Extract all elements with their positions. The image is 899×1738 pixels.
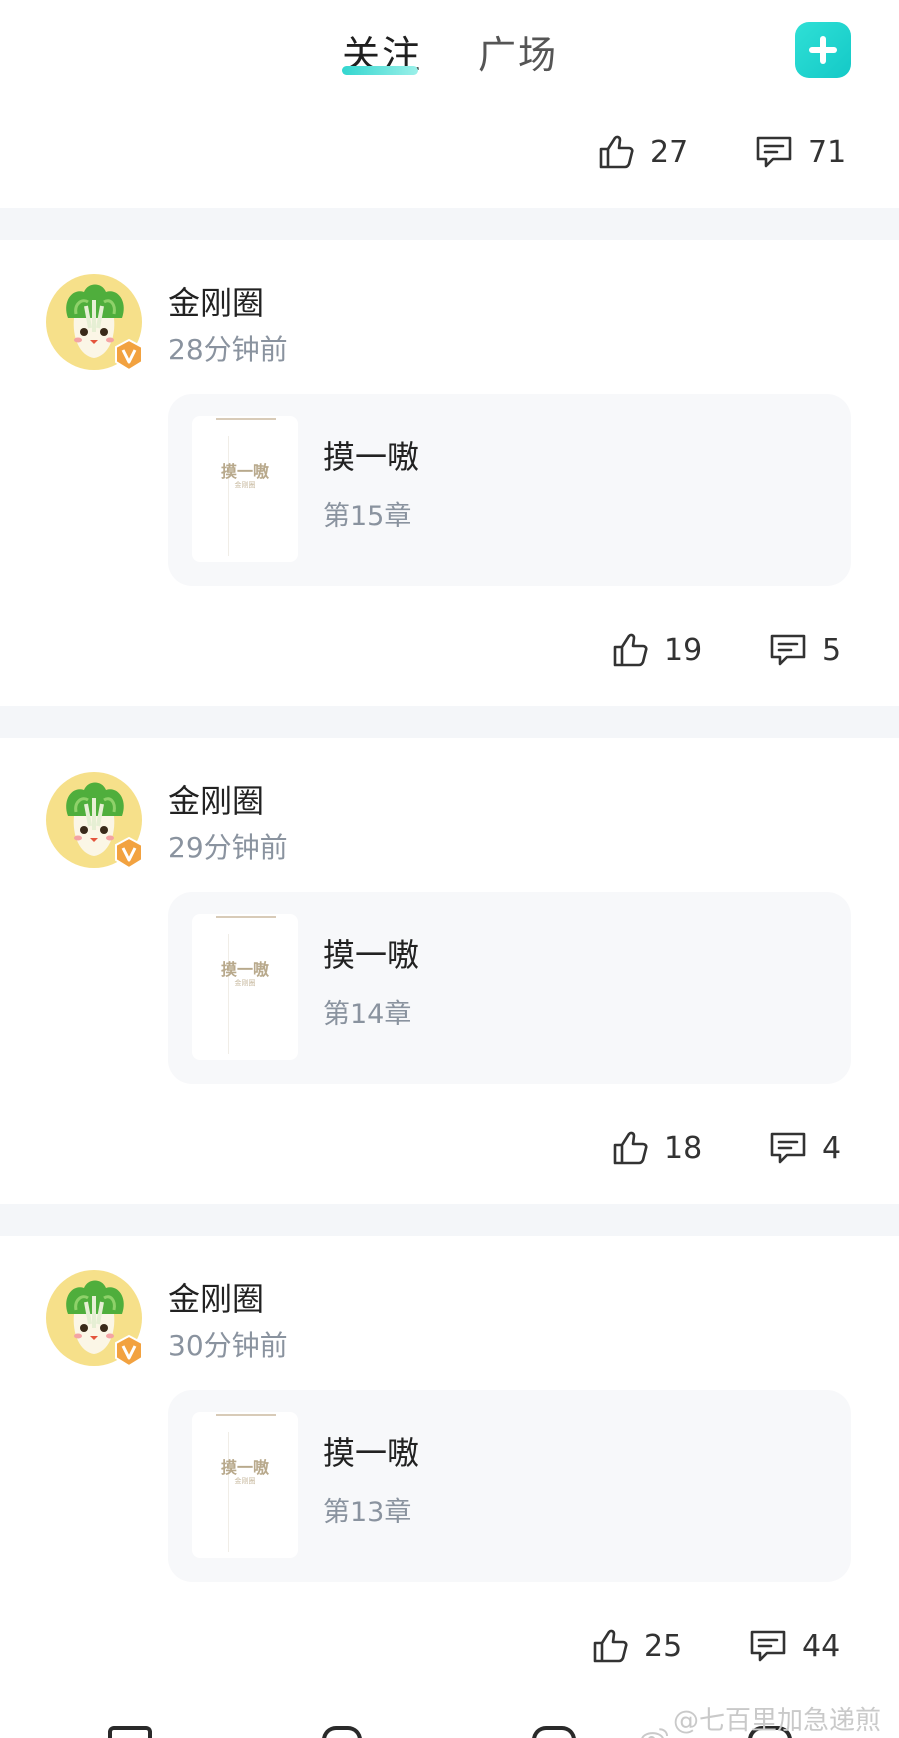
book-title: 摸一嗷 [323,936,420,974]
comment-bubble-icon [770,634,806,666]
comment-count: 4 [822,1130,842,1166]
book-title: 摸一嗷 [323,1434,420,1472]
avatar[interactable] [46,274,143,372]
top-navigation-bar: 关注 广场 [0,0,899,100]
post-actions: 25 44 [0,1616,899,1676]
verified-v-badge-icon [115,338,143,372]
author-name[interactable]: 金刚圈 [168,278,264,324]
comment-button[interactable]: 44 [748,1616,840,1676]
thumbs-up-icon [613,633,648,667]
post-actions: 19 5 [0,620,899,680]
feed-post[interactable]: 金刚圈 29分钟前 摸一嗷 金刚圈 摸一嗷 第14章 18 4 [0,738,899,1198]
tab-square[interactable]: 广场 [478,24,558,79]
avatar[interactable] [46,1270,143,1368]
book-card[interactable]: 摸一嗷 金刚圈 摸一嗷 第14章 [168,892,851,1084]
active-tab-indicator [342,66,418,75]
discover-icon[interactable] [532,1726,576,1738]
author-name[interactable]: 金刚圈 [168,776,264,822]
feed-post[interactable]: 金刚圈 28分钟前 摸一嗷 金刚圈 摸一嗷 第15章 19 5 [0,240,899,700]
weibo-icon [641,1728,669,1738]
verified-v-badge-icon [115,836,143,870]
like-button[interactable]: 25 [590,1616,682,1676]
book-card[interactable]: 摸一嗷 金刚圈 摸一嗷 第15章 [168,394,851,586]
feed-separator [0,706,899,738]
avatar[interactable] [46,772,143,870]
add-post-button[interactable] [795,22,851,78]
post-actions-top: 27 71 [0,122,899,182]
feed-separator [0,1204,899,1236]
cover-author: 金刚圈 [234,1477,256,1485]
post-time: 28分钟前 [168,333,288,366]
cover-title: 摸一嗷 [220,960,269,979]
verified-v-badge-icon [115,1334,143,1368]
feed-post[interactable]: 金刚圈 30分钟前 摸一嗷 金刚圈 摸一嗷 第13章 25 44 [0,1236,899,1696]
thumbs-up-icon [599,135,634,169]
comment-bubble-icon [750,1630,786,1662]
post-time: 29分钟前 [168,831,288,864]
cover-author: 金刚圈 [234,979,256,987]
book-title: 摸一嗷 [323,438,420,476]
thumbs-up-icon [593,1629,628,1663]
thumbs-up-icon [613,1131,648,1165]
comment-count: 5 [822,632,842,668]
cover-author: 金刚圈 [234,481,256,489]
like-button[interactable]: 27 [596,122,688,182]
comment-button[interactable]: 71 [754,122,846,182]
chapter-label: 第14章 [323,999,412,1030]
bookshelf-icon[interactable] [108,1726,152,1738]
book-card[interactable]: 摸一嗷 金刚圈 摸一嗷 第13章 [168,1390,851,1582]
like-count: 25 [644,1628,683,1664]
watermark: @七百里加急递煎饼 [640,1700,899,1738]
comment-button[interactable]: 4 [768,1118,841,1178]
chapter-label: 第15章 [323,501,412,532]
chapter-label: 第13章 [323,1497,412,1528]
like-count: 19 [664,632,703,668]
post-actions: 18 4 [0,1118,899,1178]
book-cover: 摸一嗷 金刚圈 [192,1412,298,1558]
cover-title: 摸一嗷 [220,1458,269,1477]
like-button[interactable]: 18 [610,1118,702,1178]
feed-separator [0,208,899,240]
comment-bubble-icon [770,1132,806,1164]
like-count: 27 [650,134,689,170]
post-time: 30分钟前 [168,1329,288,1362]
comment-count: 71 [808,134,847,170]
comment-button[interactable]: 5 [768,620,841,680]
like-count: 18 [664,1130,703,1166]
book-cover: 摸一嗷 金刚圈 [192,416,298,562]
cover-title: 摸一嗷 [220,462,269,481]
home-icon[interactable] [322,1726,362,1738]
watermark-text: @七百里加急递煎饼 [672,1706,881,1736]
author-name[interactable]: 金刚圈 [168,1274,264,1320]
comment-bubble-icon [756,136,792,168]
like-button[interactable]: 19 [610,620,702,680]
comment-count: 44 [802,1628,841,1664]
book-cover: 摸一嗷 金刚圈 [192,914,298,1060]
